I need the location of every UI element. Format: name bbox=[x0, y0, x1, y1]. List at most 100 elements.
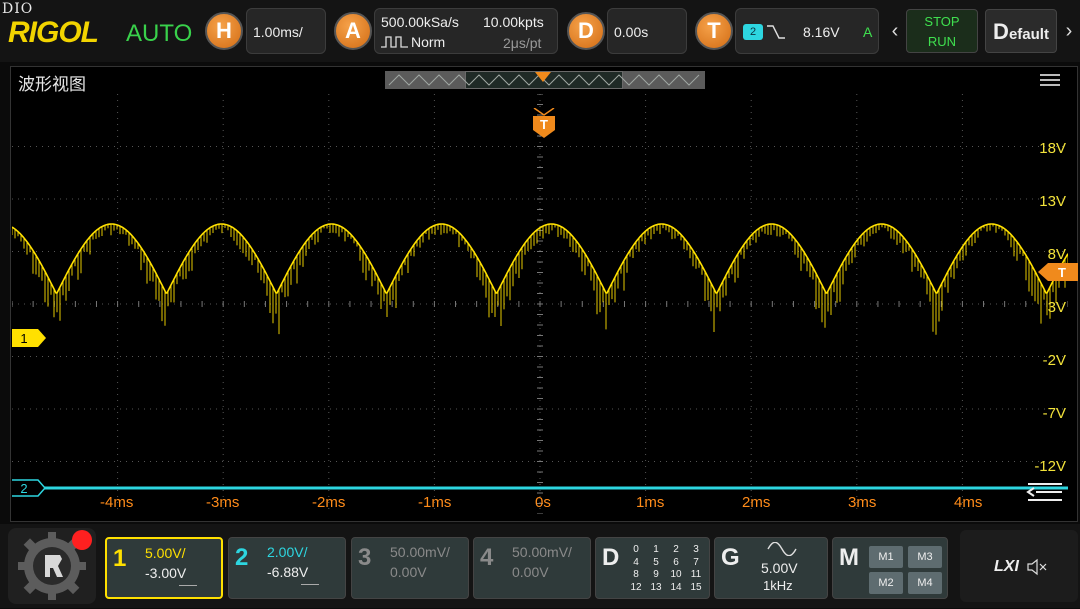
digital-ch: 6 bbox=[673, 556, 679, 568]
volt-label: 18V bbox=[1039, 140, 1066, 157]
default-label-rest: efault bbox=[1008, 26, 1049, 43]
digital-channel-grid: 0123 4567 8 9 10 11 12 13 14 15 bbox=[626, 544, 706, 594]
generator-frequency: 1kHz bbox=[763, 578, 793, 593]
volt-label: -2V bbox=[1042, 352, 1066, 369]
run-label: RUN bbox=[927, 34, 957, 49]
sample-rate: 500.00kSa/s bbox=[381, 14, 459, 30]
graticule bbox=[12, 94, 1068, 514]
ch4-offset: 0.00V bbox=[512, 564, 549, 580]
ch2-marker-label: 2 bbox=[20, 481, 27, 496]
acquire-mode: Norm bbox=[411, 34, 446, 50]
time-label: -3ms bbox=[206, 494, 240, 511]
volt-label: 13V bbox=[1039, 193, 1066, 210]
ch4-settings[interactable]: 4 50.00mV/ 0.00V bbox=[473, 537, 591, 599]
trigger-level-marker[interactable]: T bbox=[1038, 262, 1078, 282]
trigger-source-tag: 2 bbox=[743, 24, 763, 40]
acquisition-mode[interactable]: AUTO bbox=[126, 20, 192, 48]
ch3-scale: 50.00mV/ bbox=[390, 544, 450, 560]
ch4-number: 4 bbox=[480, 544, 494, 571]
generator-settings[interactable]: G 5.00V 1kHz bbox=[714, 537, 828, 599]
mute-icon[interactable] bbox=[1026, 558, 1048, 576]
ch1-ground-marker[interactable]: 1 bbox=[12, 329, 46, 347]
trigger-level: 8.16V bbox=[803, 24, 840, 40]
volt-label: -12V bbox=[1034, 458, 1066, 475]
notification-dot bbox=[72, 530, 92, 550]
ch2-ground-marker[interactable]: 2 bbox=[12, 479, 46, 497]
time-label: 0s bbox=[535, 494, 551, 511]
trigger-position-marker[interactable]: T bbox=[532, 108, 556, 138]
time-label: -2ms bbox=[312, 494, 346, 511]
digital-ch: 12 bbox=[630, 581, 642, 593]
ch1-offset: -3.00V bbox=[145, 565, 187, 581]
default-button[interactable]: Default bbox=[985, 9, 1057, 53]
ch3-offset: 0.00V bbox=[390, 564, 427, 580]
time-label: 4ms bbox=[954, 494, 983, 511]
digital-label: D bbox=[602, 544, 620, 571]
horizontal-scale: 1.00ms/ bbox=[253, 24, 303, 40]
digital-ch: 8 bbox=[633, 569, 639, 580]
digital-ch: 0 bbox=[633, 544, 639, 555]
ch3-settings[interactable]: 3 50.00mV/ 0.00V bbox=[351, 537, 469, 599]
trigger-marker-label: T bbox=[540, 117, 548, 132]
time-label: -4ms bbox=[100, 494, 134, 511]
ch2-settings[interactable]: 2 2.00V/ -6.88V bbox=[228, 537, 346, 599]
ch2-offset: -6.88V bbox=[267, 564, 309, 580]
horizontal-badge[interactable]: H bbox=[205, 12, 243, 50]
math-m3-button[interactable]: M3 bbox=[908, 546, 942, 568]
digital-ch: 7 bbox=[693, 556, 699, 568]
digital-ch: 10 bbox=[670, 569, 682, 580]
default-label-initial: D bbox=[993, 19, 1009, 44]
menu-icon[interactable] bbox=[1040, 72, 1060, 88]
stop-run-button[interactable]: STOP RUN bbox=[906, 9, 978, 53]
horizontal-panel[interactable]: 1.00ms/ bbox=[246, 8, 326, 54]
volt-label: -7V bbox=[1042, 405, 1066, 422]
stop-label: STOP bbox=[924, 14, 960, 29]
digital-ch: 13 bbox=[650, 581, 662, 593]
digital-ch: 11 bbox=[690, 569, 702, 580]
acquire-panel[interactable]: 500.00kSa/s 10.00kpts Norm 2μs/pt bbox=[374, 8, 558, 54]
ch2-scale: 2.00V/ bbox=[267, 544, 308, 560]
chevron-right-icon[interactable]: › bbox=[1058, 10, 1080, 52]
trigger-badge[interactable]: T bbox=[695, 12, 733, 50]
ch1-marker-label: 1 bbox=[20, 331, 27, 346]
dio-label: DIO bbox=[2, 1, 34, 17]
generator-amplitude: 5.00V bbox=[761, 560, 798, 576]
math-m1-button[interactable]: M1 bbox=[869, 546, 903, 568]
digital-ch: 14 bbox=[670, 581, 682, 593]
trigger-level-marker-label: T bbox=[1058, 265, 1066, 280]
delay-panel[interactable]: 0.00s bbox=[607, 8, 687, 54]
pulse-icon bbox=[381, 36, 408, 48]
trigger-sweep: A bbox=[863, 24, 873, 40]
status-area: LXI bbox=[960, 530, 1078, 602]
ch2-number: 2 bbox=[235, 544, 249, 571]
dc-coupling-icon bbox=[301, 584, 319, 591]
waveform-navigator[interactable] bbox=[385, 71, 705, 89]
ch1-settings[interactable]: 1 5.00V/ -3.00V bbox=[105, 537, 223, 599]
generator-label: G bbox=[721, 544, 740, 571]
math-m2-button[interactable]: M2 bbox=[869, 572, 903, 594]
delay-badge[interactable]: D bbox=[567, 12, 605, 50]
math-label: M bbox=[839, 544, 859, 571]
falling-edge-icon bbox=[767, 25, 785, 39]
time-label: 3ms bbox=[848, 494, 877, 511]
top-toolbar: DIO RIGOL AUTO H 1.00ms/ A 500.00kSa/s 1… bbox=[0, 0, 1080, 62]
chevron-left-icon[interactable]: ‹ bbox=[884, 10, 906, 52]
sine-wave-icon bbox=[767, 542, 797, 556]
waveform-title: 波形视图 bbox=[18, 75, 86, 94]
digital-ch: 3 bbox=[693, 544, 699, 555]
memory-depth: 10.00kpts bbox=[483, 14, 544, 30]
ch3-number: 3 bbox=[358, 544, 372, 571]
acquire-badge[interactable]: A bbox=[334, 12, 372, 50]
brand-logo: RIGOL bbox=[8, 16, 99, 49]
digital-ch: 15 bbox=[690, 581, 702, 593]
ch1-number: 1 bbox=[113, 545, 127, 572]
delay-value: 0.00s bbox=[614, 24, 649, 40]
time-label: 2ms bbox=[742, 494, 771, 511]
digital-ch: 5 bbox=[653, 556, 659, 568]
time-per-point: 2μs/pt bbox=[503, 35, 542, 51]
volt-label: 3V bbox=[1047, 299, 1066, 316]
ch1-scale: 5.00V/ bbox=[145, 545, 186, 561]
math-m4-button[interactable]: M4 bbox=[908, 572, 942, 594]
collapse-icon[interactable] bbox=[1026, 480, 1064, 504]
digital-ch: 1 bbox=[653, 544, 659, 555]
